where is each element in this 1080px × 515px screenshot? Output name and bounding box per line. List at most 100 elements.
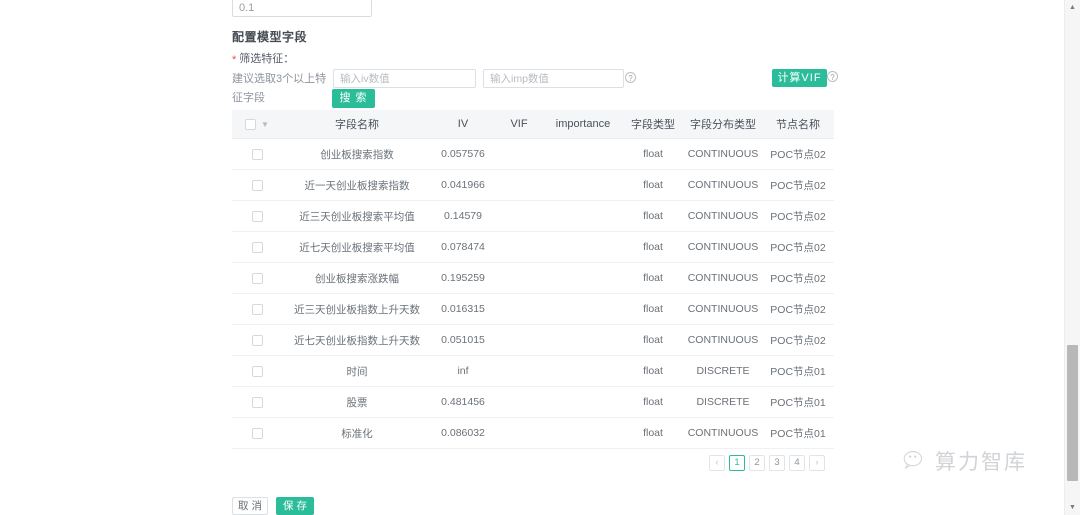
filter-feature-label: * 筛选特征： [232,50,294,66]
select-all-cell[interactable]: ▼ [232,110,282,139]
table-row[interactable]: 近三天创业板搜索平均值 0.14579 float CONTINUOUS POC节点02 [232,200,834,232]
cell-field-name: 近七天创业板搜索平均值 [282,231,432,263]
question-circle-icon[interactable]: ? [827,71,838,82]
row-checkbox[interactable] [251,303,263,315]
calculate-vif-button[interactable]: 计算VIF [772,69,827,87]
row-checkbox[interactable] [251,272,263,284]
cell-node-name: POC节点02 [762,231,834,263]
cancel-button[interactable]: 取 消 [232,497,268,515]
cell-iv: 0.057576 [432,138,494,170]
cell-vif [494,386,544,418]
row-checkbox-cell[interactable] [232,293,282,325]
select-all-checkbox[interactable] [245,118,257,130]
cell-importance [544,355,622,387]
imp-value-input[interactable] [483,69,624,88]
cell-importance [544,324,622,356]
cell-field-name: 近三天创业板搜索平均值 [282,200,432,232]
row-checkbox[interactable] [251,210,263,222]
column-header-field-name: 字段名称 [282,110,432,139]
row-checkbox-cell[interactable] [232,138,282,170]
pagination-next[interactable]: › [809,455,825,471]
chevron-down-icon[interactable]: ▼ [261,120,269,129]
table-row[interactable]: 创业板搜索涨跌幅 0.195259 float CONTINUOUS POC节点02 [232,262,834,294]
cell-field-type: float [622,293,684,325]
table-row[interactable]: 近三天创业板指数上升天数 0.016315 float CONTINUOUS POC节点… [232,293,834,325]
fields-table: ▼ 字段名称 IV VIF importance 字段类型 字段分布类型 节点名… [232,110,834,449]
save-button[interactable]: 保 存 [276,497,314,515]
cell-field-type: float [622,324,684,356]
cell-vif [494,231,544,263]
column-header-node-name: 节点名称 [762,110,834,139]
cell-iv: 0.016315 [432,293,494,325]
row-checkbox-cell[interactable] [232,200,282,232]
search-button[interactable]: 搜 索 [332,89,375,108]
column-header-vif: VIF [494,110,544,139]
cell-vif [494,355,544,387]
wechat-icon [903,451,923,470]
question-circle-icon[interactable]: ? [625,72,636,83]
cell-field-name: 创业板搜索涨跌幅 [282,262,432,294]
cell-importance [544,262,622,294]
cell-node-name: POC节点02 [762,324,834,356]
vertical-scrollbar[interactable]: ▲ ▼ [1064,0,1080,515]
row-checkbox[interactable] [251,179,263,191]
cell-field-type: float [622,417,684,449]
row-checkbox-cell[interactable] [232,231,282,263]
cell-field-type: float [622,138,684,170]
cell-field-name: 标准化 [282,417,432,449]
scroll-down-arrow[interactable]: ▼ [1065,500,1080,515]
cell-distribution-type: CONTINUOUS [684,417,762,449]
cell-field-type: float [622,386,684,418]
cell-field-name: 时间 [282,355,432,387]
cell-iv: 0.086032 [432,417,494,449]
row-checkbox[interactable] [251,396,263,408]
table-row[interactable]: 股票 0.481456 float DISCRETE POC节点01 [232,386,834,418]
page-root: 0.1 配置模型字段 *筛选特征： 建议选取3个以上特征字段 ? 计算VIF ?… [0,0,1080,515]
row-checkbox[interactable] [251,148,263,160]
row-checkbox-cell[interactable] [232,169,282,201]
row-checkbox-cell[interactable] [232,355,282,387]
row-checkbox[interactable] [251,334,263,346]
column-header-importance: importance [544,110,622,139]
cell-vif [494,200,544,232]
pagination-page-4[interactable]: 4 [789,455,805,471]
cell-distribution-type: DISCRETE [684,386,762,418]
pagination-page-3[interactable]: 3 [769,455,785,471]
table-row[interactable]: 近一天创业板搜索指数 0.041966 float CONTINUOUS POC节点02 [232,169,834,201]
cell-iv: 0.041966 [432,169,494,201]
row-checkbox[interactable] [251,365,263,377]
table-header-row: ▼ 字段名称 IV VIF importance 字段类型 字段分布类型 节点名… [232,110,834,139]
scrollbar-thumb[interactable] [1067,345,1078,481]
table-row[interactable]: 创业板搜索指数 0.057576 float CONTINUOUS POC节点02 [232,138,834,170]
threshold-input[interactable]: 0.1 [232,0,372,17]
pagination-page-2[interactable]: 2 [749,455,765,471]
cell-node-name: POC节点02 [762,200,834,232]
cell-iv: 0.481456 [432,386,494,418]
row-checkbox[interactable] [251,241,263,253]
row-checkbox-cell[interactable] [232,386,282,418]
row-checkbox[interactable] [251,427,263,439]
cell-importance [544,138,622,170]
table-row[interactable]: 近七天创业板指数上升天数 0.051015 float CONTINUOUS POC节点… [232,324,834,356]
row-checkbox-cell[interactable] [232,324,282,356]
cell-vif [494,262,544,294]
table-row[interactable]: 标准化 0.086032 float CONTINUOUS POC节点01 [232,417,834,449]
pagination-prev[interactable]: ‹ [709,455,725,471]
cell-iv: 0.051015 [432,324,494,356]
table-row[interactable]: 时间 inf float DISCRETE POC节点01 [232,355,834,387]
cell-importance [544,231,622,263]
pagination-page-1[interactable]: 1 [729,455,745,471]
row-checkbox-cell[interactable] [232,262,282,294]
iv-value-input[interactable] [333,69,476,88]
cell-node-name: POC节点02 [762,169,834,201]
scroll-up-arrow[interactable]: ▲ [1065,0,1080,15]
cell-importance [544,169,622,201]
cell-vif [494,417,544,449]
table-row[interactable]: 近七天创业板搜索平均值 0.078474 float CONTINUOUS POC节点0… [232,231,834,263]
cell-vif [494,324,544,356]
feature-hint-text: 建议选取3个以上特征字段 [232,73,327,104]
cell-distribution-type: CONTINUOUS [684,324,762,356]
cell-field-type: float [622,231,684,263]
cell-iv: 0.14579 [432,200,494,232]
row-checkbox-cell[interactable] [232,417,282,449]
